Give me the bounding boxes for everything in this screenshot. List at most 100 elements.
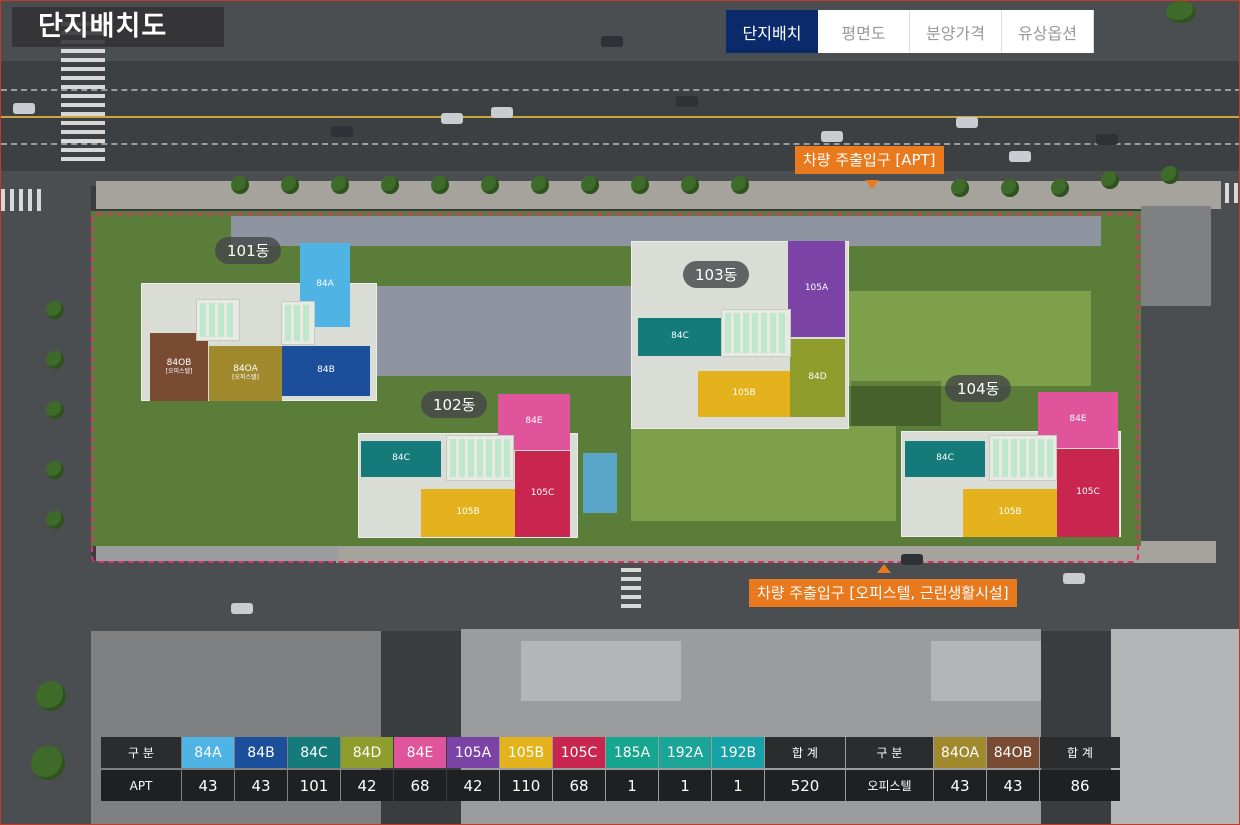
tree	[951, 179, 969, 197]
legend-count: 1	[606, 770, 658, 801]
tree	[431, 176, 449, 194]
unit-84B[interactable]: 84B	[282, 346, 370, 396]
legend-type-84D: 84D	[341, 737, 393, 768]
legend-type-105B: 105B	[500, 737, 552, 768]
car	[956, 117, 978, 128]
unit-type-label: 105B	[456, 507, 480, 518]
entry-label-apt: 차량 주출입구 [APT]	[795, 146, 944, 174]
legend-apt-total-header: 합 계	[765, 737, 845, 768]
lane-line	[1, 143, 1239, 145]
car	[601, 36, 623, 47]
legend-count: 68	[394, 770, 446, 801]
dong-label-101[interactable]: 101동	[215, 237, 282, 264]
unit-84C[interactable]: 84C	[905, 441, 985, 477]
neighbor-roof	[521, 641, 681, 701]
unit-105C[interactable]: 105C	[515, 451, 570, 537]
crosswalk	[621, 566, 641, 608]
pool	[583, 453, 617, 513]
car	[231, 603, 253, 614]
legend-count-row: APT 43 43 101 42 68 42 110 68 1 1 1 520 …	[101, 770, 1121, 803]
legend-type-84OA: 84OA	[934, 737, 986, 768]
tree	[581, 176, 599, 194]
lane-line	[1, 89, 1239, 91]
unit-84C[interactable]: 84C	[638, 318, 722, 356]
tree	[46, 461, 64, 479]
tree	[331, 176, 349, 194]
legend-count: 43	[182, 770, 234, 801]
unit-type-label: 84E	[525, 416, 543, 427]
car	[821, 131, 843, 142]
tab-price[interactable]: 분양가격	[910, 10, 1002, 53]
unit-type-label: 105C	[530, 488, 555, 499]
crosswalk	[1, 189, 43, 211]
tree	[1161, 166, 1179, 184]
tree	[231, 176, 249, 194]
building-core	[281, 301, 315, 345]
unit-84OA[interactable]: 84OA [오피스텔]	[209, 346, 282, 401]
legend-type-84C: 84C	[288, 737, 340, 768]
unit-105B[interactable]: 105B	[421, 489, 515, 537]
unit-105C[interactable]: 105C	[1057, 449, 1119, 537]
bottom-road	[91, 561, 1239, 631]
unit-type-label: 105B	[998, 507, 1022, 518]
dong-label-104[interactable]: 104동	[945, 375, 1012, 402]
legend-count: 1	[659, 770, 711, 801]
legend-type-84E: 84E	[394, 737, 446, 768]
page-title: 단지배치도	[12, 7, 224, 47]
tree	[31, 746, 65, 780]
neighbor-block	[1141, 206, 1211, 306]
legend-type-84OB: 84OB	[987, 737, 1039, 768]
left-road	[1, 186, 91, 824]
garden	[631, 426, 896, 521]
site-plan-map: 84A 84B 84OA [오피스텔] 84OB [오피스텔] 101동 84E…	[0, 0, 1240, 825]
unit-84OB[interactable]: 84OB [오피스텔]	[150, 333, 208, 401]
central-lawn	[846, 291, 1091, 386]
legend-officetel-category-header: 구 분	[846, 737, 933, 768]
entry-arrow-up-icon	[877, 564, 891, 573]
unit-subtitle: [오피스텔]	[165, 367, 193, 375]
legend-officetel-total: 86	[1040, 770, 1120, 801]
unit-type-label: 105C	[1076, 487, 1100, 498]
legend-count: 110	[500, 770, 552, 801]
legend-type-105A: 105A	[447, 737, 499, 768]
unit-type-label: 84D	[808, 372, 827, 383]
tab-options[interactable]: 유상옵션	[1002, 10, 1094, 53]
legend-count: 42	[447, 770, 499, 801]
center-line	[1, 116, 1239, 118]
legend-apt-total: 520	[765, 770, 845, 801]
unit-105B[interactable]: 105B	[963, 489, 1057, 537]
car	[441, 113, 463, 124]
building-core	[446, 435, 514, 481]
neighbor-block	[1111, 629, 1239, 824]
unit-type-label: 84E	[1069, 414, 1087, 425]
tree	[46, 301, 64, 319]
entry-arrow-down-icon	[865, 180, 879, 189]
unit-type-label: 84A	[316, 279, 334, 290]
car	[901, 554, 923, 565]
unit-84C[interactable]: 84C	[361, 441, 441, 477]
unit-84D[interactable]: 84D	[790, 339, 845, 417]
tree	[681, 176, 699, 194]
unit-count-legend: 구 분 84A 84B 84C 84D 84E 105A 105B 105C 1…	[101, 737, 1121, 803]
unit-105A[interactable]: 105A	[788, 241, 845, 337]
car	[1009, 151, 1031, 162]
dong-label-103[interactable]: 103동	[683, 261, 750, 288]
tab-floor-plan[interactable]: 평면도	[818, 10, 910, 53]
building-core	[989, 435, 1057, 481]
unit-type-label: 105B	[732, 388, 756, 399]
tree	[1001, 179, 1019, 197]
car	[1063, 573, 1085, 584]
legend-officetel-total-header: 합 계	[1040, 737, 1120, 768]
tab-site-plan[interactable]: 단지배치	[726, 10, 818, 53]
tree	[731, 176, 749, 194]
tree	[46, 351, 64, 369]
dong-label-102[interactable]: 102동	[421, 391, 488, 418]
tree	[46, 511, 64, 529]
unit-105B[interactable]: 105B	[698, 371, 790, 417]
tree	[381, 176, 399, 194]
legend-count: 1	[712, 770, 764, 801]
tree	[1166, 1, 1196, 23]
car	[13, 103, 35, 114]
car	[491, 107, 513, 118]
unit-type-label: 84C	[936, 453, 954, 464]
